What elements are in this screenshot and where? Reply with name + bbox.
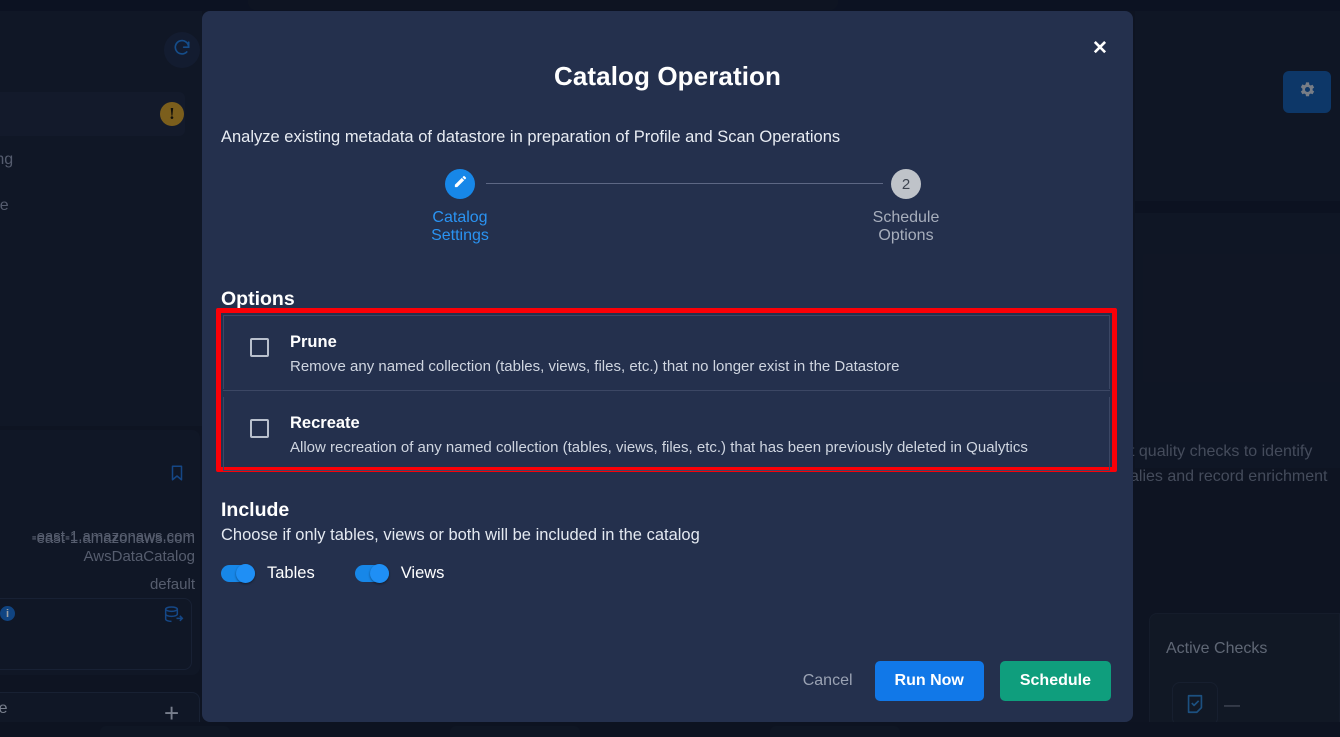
app-root: ! aging ance -east-1.amazonaws.com -east… [0,0,1340,737]
cancel-button[interactable]: Cancel [797,662,859,700]
recreate-description: Allow recreation of any named collection… [290,439,1028,456]
tables-toggle-label: Tables [267,564,315,582]
option-row-prune[interactable]: Prune Remove any named collection (table… [223,315,1110,389]
views-toggle-label: Views [400,564,445,582]
recreate-checkbox[interactable] [250,419,269,438]
modal-subtitle: Analyze existing metadata of datastore i… [221,128,841,146]
prune-description: Remove any named collection (tables, vie… [290,358,900,375]
wizard-stepper: Catalog Settings 2 Schedule Options [221,169,1114,261]
option-row-recreate[interactable]: Recreate Allow recreation of any named c… [223,397,1110,471]
options-divider [223,390,1110,391]
step-1-circle [445,169,475,199]
run-now-button[interactable]: Run Now [874,661,984,701]
stepper-step-schedule-options[interactable]: 2 Schedule Options [831,169,981,245]
step-1-label-line2: Settings [431,227,489,244]
views-toggle[interactable] [354,564,389,583]
step-2-label-line2: Options [878,227,934,244]
toggle-group-tables[interactable]: Tables [221,564,315,583]
step-2-circle: 2 [891,169,921,199]
page-title: Catalog Operation [553,61,782,91]
schedule-button[interactable]: Schedule [999,661,1111,701]
pencil-icon [453,174,468,194]
views-toggle-knob [369,564,389,583]
prune-label: Prune [290,333,337,351]
step-1-label-line1: Catalog [432,209,488,226]
tables-toggle[interactable] [221,564,255,583]
stepper-step-catalog-settings[interactable]: Catalog Settings [385,169,535,245]
step-2-label-line1: Schedule [872,209,940,226]
catalog-operation-modal: ✕ Catalog Operation Analyze existing met… [202,11,1133,722]
prune-checkbox[interactable] [250,338,269,357]
tables-toggle-knob [236,564,255,583]
close-icon[interactable]: ✕ [1085,33,1115,63]
include-toggles: Tables Views [221,564,484,583]
stepper-connector-line [486,183,883,184]
include-section-title: Include [221,499,290,521]
recreate-label: Recreate [290,414,360,432]
include-description: Choose if only tables, views or both wil… [221,526,700,544]
toggle-group-views[interactable]: Views [354,564,445,583]
modal-footer: Cancel Run Now Schedule [797,661,1111,701]
